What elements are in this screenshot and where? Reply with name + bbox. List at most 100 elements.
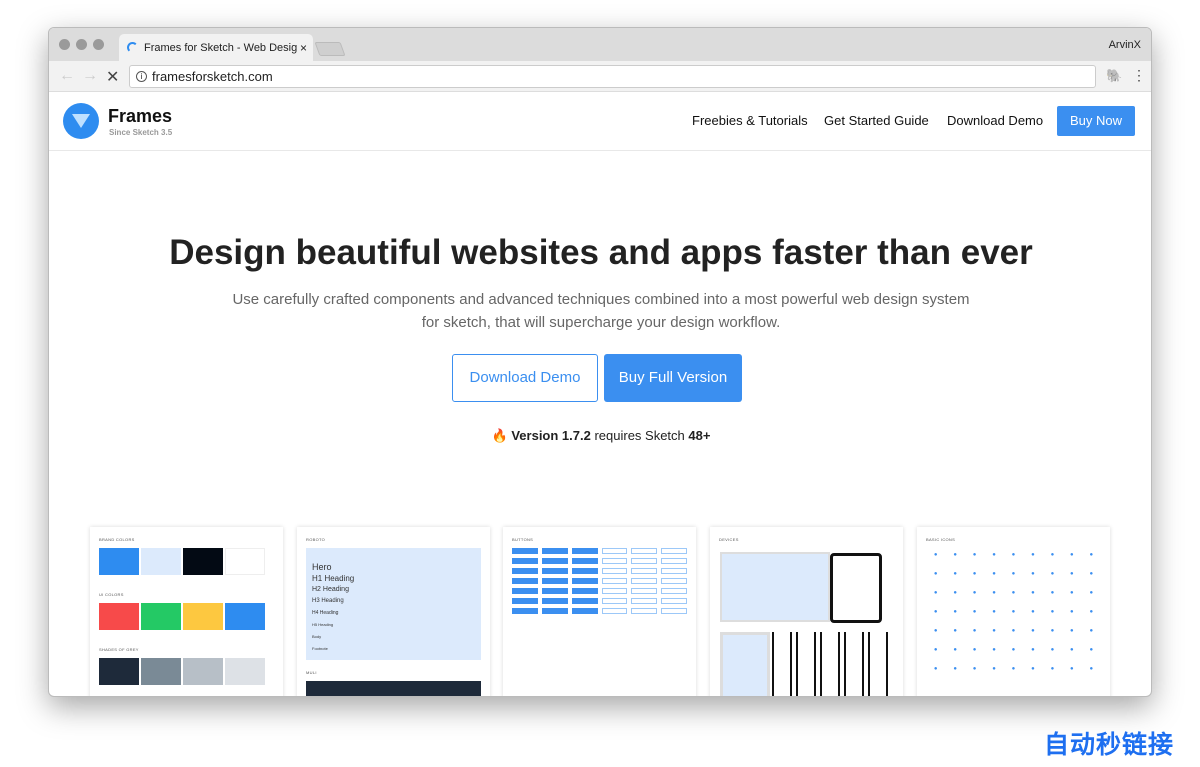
mini-icon: ● xyxy=(1031,552,1035,558)
hero-title: Design beautiful websites and apps faste… xyxy=(169,233,1033,272)
type-style-row: Body xyxy=(312,634,322,639)
brand-tagline: Since Sketch 3.5 xyxy=(109,128,173,137)
mini-icon: ● xyxy=(1070,590,1074,596)
mini-icon: ● xyxy=(972,609,977,615)
brand-name[interactable]: Frames xyxy=(108,106,172,127)
mini-icon: ● xyxy=(1011,609,1016,615)
mini-icon: ● xyxy=(972,571,977,577)
maximize-window-button[interactable] xyxy=(93,39,104,50)
nav-get-started[interactable]: Get Started Guide xyxy=(824,113,929,128)
mini-button xyxy=(601,608,628,614)
preview-devices[interactable]: DEVICES xyxy=(710,527,903,696)
mini-icon: ● xyxy=(972,590,977,596)
type-style-row: H1 Heading xyxy=(312,574,355,583)
stop-icon[interactable]: ✕ xyxy=(106,67,119,87)
close-window-button[interactable] xyxy=(59,39,70,50)
mini-icon: ● xyxy=(1011,628,1016,634)
mini-icon: ● xyxy=(992,628,996,634)
download-demo-button[interactable]: Download Demo xyxy=(452,354,598,402)
mini-icon: ● xyxy=(1031,590,1035,596)
preview-icons[interactable]: BASIC ICONS for(let i=0;i<63;i++)documen… xyxy=(917,527,1110,696)
mini-icon: ● xyxy=(992,609,996,615)
mini-icon: ● xyxy=(1031,571,1035,577)
mini-button xyxy=(541,548,568,554)
new-tab-button[interactable] xyxy=(314,42,346,56)
version-number: Version 1.7.2 xyxy=(511,428,591,443)
mini-button xyxy=(571,578,598,584)
mini-icon: ● xyxy=(972,647,977,653)
buy-full-version-button[interactable]: Buy Full Version xyxy=(604,354,742,402)
mini-icon: ● xyxy=(1011,571,1016,577)
site-header: Frames Since Sketch 3.5 Freebies & Tutor… xyxy=(49,92,1151,151)
menu-icon[interactable]: ⋮ xyxy=(1132,67,1146,84)
forward-icon[interactable]: → xyxy=(82,67,98,85)
laptop-mockup xyxy=(720,552,830,622)
mini-button xyxy=(541,578,568,584)
mini-button xyxy=(541,568,568,574)
preview-buttons[interactable]: BUTTONS for(let i=0;i<42;i++)document.wr… xyxy=(503,527,696,696)
mini-icon: ● xyxy=(1089,571,1094,577)
watermark-logo: 自动秒链接 xyxy=(1043,731,1174,759)
mini-icon: ● xyxy=(1070,552,1074,558)
mini-button xyxy=(512,558,538,564)
mini-button xyxy=(631,608,658,614)
mini-icon: ● xyxy=(1070,571,1074,577)
mini-button xyxy=(601,588,628,594)
mini-icon: ● xyxy=(1089,666,1094,672)
mini-icon: ● xyxy=(1031,609,1035,615)
mini-icon: ● xyxy=(1031,628,1035,634)
mini-button xyxy=(541,608,568,614)
tab-title: Frames for Sketch - Web Design xyxy=(144,42,304,54)
type-style-row: Footnote xyxy=(312,646,328,651)
color-swatch xyxy=(225,548,265,575)
mini-button xyxy=(661,568,687,574)
minimize-window-button[interactable] xyxy=(76,39,87,50)
card-subtitle: UI COLORS xyxy=(99,592,124,597)
mini-icon: ● xyxy=(1050,552,1055,558)
mini-icon: ● xyxy=(1011,590,1016,596)
card-subtitle: MULI xyxy=(306,670,317,675)
mini-button xyxy=(661,608,687,614)
info-icon[interactable]: i xyxy=(136,71,147,82)
type-style-row: H3 Heading xyxy=(312,598,344,604)
mini-icon: ● xyxy=(1050,571,1055,577)
url-input[interactable]: i framesforsketch.com xyxy=(129,65,1096,88)
mini-button xyxy=(512,568,538,574)
evernote-extension-icon[interactable]: 🐘 xyxy=(1106,68,1122,84)
mini-icon: ● xyxy=(992,552,996,558)
mini-button xyxy=(631,598,658,604)
mini-button xyxy=(631,558,658,564)
mini-button xyxy=(661,578,687,584)
mini-button xyxy=(601,558,628,564)
mini-icon: ● xyxy=(972,628,977,634)
mini-icon: ● xyxy=(953,590,957,596)
mini-icon: ● xyxy=(933,571,938,577)
mini-button xyxy=(541,598,568,604)
mini-button xyxy=(541,558,568,564)
nav-download-demo[interactable]: Download Demo xyxy=(947,113,1043,128)
mini-icon: ● xyxy=(1050,590,1055,596)
mini-icon: ● xyxy=(1089,552,1094,558)
mini-button xyxy=(601,568,628,574)
profile-name[interactable]: ArvinX xyxy=(1109,39,1141,51)
card-title: BRAND COLORS xyxy=(99,537,135,542)
nav-freebies[interactable]: Freebies & Tutorials xyxy=(692,113,808,128)
browser-tab[interactable]: Frames for Sketch - Web Design × xyxy=(119,34,313,61)
close-tab-icon[interactable]: × xyxy=(296,41,307,55)
mini-icon: ● xyxy=(972,552,977,558)
mini-icon: ● xyxy=(992,666,996,672)
mini-button xyxy=(571,608,598,614)
buy-now-button[interactable]: Buy Now xyxy=(1057,106,1135,136)
back-icon[interactable]: ← xyxy=(59,67,75,85)
mini-icon: ● xyxy=(953,647,957,653)
mini-icon: ● xyxy=(1011,666,1016,672)
mini-button xyxy=(512,578,538,584)
color-swatch xyxy=(183,548,223,575)
preview-typography[interactable]: ROBOTO Hero H1 Heading H2 Heading H3 Headin… xyxy=(297,527,490,696)
preview-colors[interactable]: BRAND COLORS UI COLORS SHADES OF GREY xyxy=(90,527,283,696)
diamond-logo-icon[interactable] xyxy=(63,103,99,139)
mini-button xyxy=(631,578,658,584)
mini-icon: ● xyxy=(1089,590,1094,596)
card-title: BUTTONS xyxy=(512,537,534,542)
mini-button xyxy=(512,548,538,554)
